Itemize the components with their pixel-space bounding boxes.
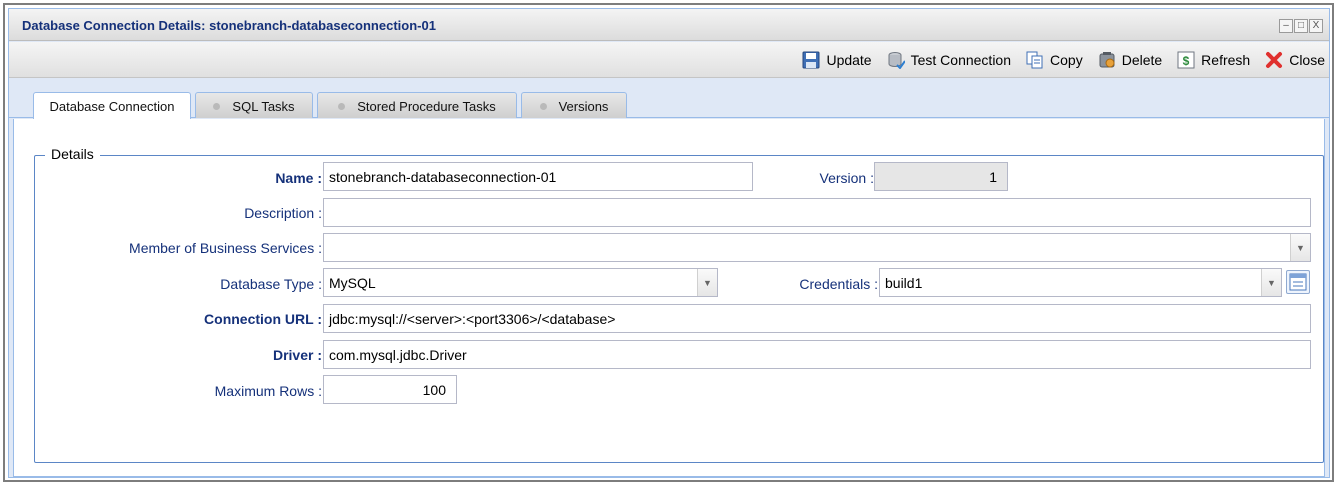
details-panel: Details Name : stonebranch-databaseconne… [13, 119, 1325, 477]
database-type-label: Database Type : [220, 276, 322, 292]
delete-icon [1098, 51, 1116, 69]
copy-label: Copy [1050, 52, 1083, 68]
version-label: Version : [819, 170, 874, 186]
tab-sql-tasks-label: SQL Tasks [232, 99, 295, 114]
window-controls: – □ X [1279, 19, 1323, 33]
description-input[interactable] [323, 198, 1311, 227]
tab-versions[interactable]: Versions [521, 92, 627, 118]
business-services-label: Member of Business Services : [129, 240, 322, 256]
database-connection-window: Database Connection Details: stonebranch… [8, 8, 1330, 478]
details-legend: Details [45, 146, 100, 162]
database-type-value: MySQL [329, 275, 376, 291]
delete-button[interactable]: Delete [1098, 51, 1162, 69]
tab-sql-tasks[interactable]: SQL Tasks [195, 92, 313, 118]
driver-label: Driver : [272, 347, 322, 363]
maximum-rows-input[interactable]: 100 [323, 375, 457, 404]
tab-status-dot-icon [338, 103, 346, 110]
tab-database-connection-label: Database Connection [49, 99, 175, 114]
window-title: Database Connection Details: stonebranch… [22, 18, 436, 33]
delete-label: Delete [1121, 52, 1163, 68]
name-input[interactable]: stonebranch-databaseconnection-01 [323, 162, 753, 191]
test-connection-button[interactable]: Test Connection [887, 51, 1012, 70]
connection-url-input[interactable]: jdbc:mysql://<server>:<port3306>/<databa… [323, 304, 1311, 333]
save-icon [802, 51, 820, 69]
refresh-label: Refresh [1201, 52, 1251, 68]
tab-status-dot-icon [539, 103, 547, 110]
refresh-button[interactable]: $ Refresh [1177, 51, 1250, 69]
name-label: Name : [275, 170, 322, 186]
toolbar: Update Test Connection Copy Delete $ Ref… [9, 42, 1329, 78]
minimize-button[interactable]: – [1279, 19, 1293, 33]
copy-button[interactable]: Copy [1026, 51, 1083, 69]
chevron-down-icon[interactable]: ▼ [697, 269, 717, 296]
database-test-icon [887, 51, 906, 70]
maximum-rows-label: Maximum Rows : [214, 383, 322, 399]
business-services-select[interactable]: ▼ [323, 233, 1311, 262]
credentials-select[interactable]: build1 ▼ [879, 268, 1282, 297]
chevron-down-icon[interactable]: ▼ [1261, 269, 1281, 296]
test-connection-label: Test Connection [910, 52, 1012, 68]
version-field: 1 [874, 162, 1008, 191]
database-type-select[interactable]: MySQL ▼ [323, 268, 718, 297]
close-icon [1265, 51, 1283, 69]
tab-status-dot-icon [213, 103, 221, 110]
tab-versions-label: Versions [558, 99, 609, 114]
credentials-value: build1 [885, 275, 923, 291]
refresh-icon: $ [1177, 51, 1195, 69]
connection-url-label: Connection URL : [204, 311, 322, 327]
copy-icon [1026, 51, 1044, 69]
driver-input[interactable]: com.mysql.jdbc.Driver [323, 340, 1311, 369]
update-label: Update [826, 52, 872, 68]
tab-stored-procedure-tasks[interactable]: Stored Procedure Tasks [317, 92, 517, 118]
form-details-icon [1289, 273, 1307, 291]
update-button[interactable]: Update [802, 51, 872, 69]
description-label: Description : [244, 205, 322, 221]
close-label: Close [1289, 52, 1325, 68]
tab-database-connection[interactable]: Database Connection [33, 92, 191, 119]
window-titlebar: Database Connection Details: stonebranch… [9, 9, 1329, 41]
svg-text:$: $ [1183, 54, 1190, 68]
credentials-lookup-button[interactable] [1286, 270, 1310, 294]
close-button[interactable]: Close [1265, 51, 1325, 69]
credentials-label: Credentials : [799, 276, 878, 292]
maximize-button[interactable]: □ [1294, 19, 1308, 33]
chevron-down-icon[interactable]: ▼ [1290, 234, 1310, 261]
close-window-button[interactable]: X [1309, 19, 1323, 33]
tab-bar: Database Connection SQL Tasks Stored Pro… [9, 80, 1329, 119]
tab-stored-procedure-tasks-label: Stored Procedure Tasks [357, 99, 496, 114]
